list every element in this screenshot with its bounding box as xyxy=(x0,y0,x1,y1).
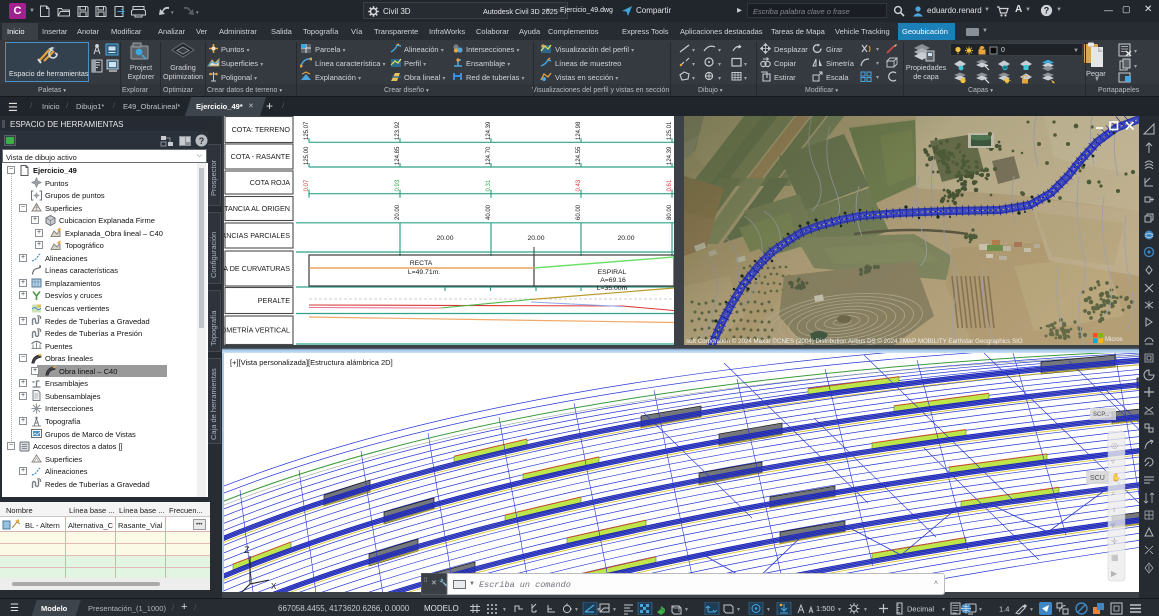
svg-text:DISTANCIAS PARCIALES: DISTANCIAS PARCIALES xyxy=(224,231,290,240)
svg-text:0.07: 0.07 xyxy=(304,179,310,191)
svg-text:125.00: 125.00 xyxy=(304,146,310,165)
svg-text:▼: ▼ xyxy=(612,607,617,613)
svg-text:L=49.71m.: L=49.71m. xyxy=(408,269,440,276)
svg-text:ESPIRAL: ESPIRAL xyxy=(598,269,627,276)
svg-text:80.00: 80.00 xyxy=(667,204,673,220)
svg-text:⌕: ⌕ xyxy=(1111,489,1115,498)
svg-text:✋: ✋ xyxy=(1111,472,1121,482)
svg-text:▾: ▾ xyxy=(196,10,199,16)
svg-text:125.07: 125.07 xyxy=(304,121,310,140)
svg-text:0.43: 0.43 xyxy=(576,179,582,191)
svg-text:▼: ▼ xyxy=(736,607,741,613)
svg-text:✛: ✛ xyxy=(1111,537,1118,546)
svg-text:DISTANCIA AL ORIGEN: DISTANCIA AL ORIGEN xyxy=(224,204,290,213)
svg-text:▦: ▦ xyxy=(1111,553,1119,562)
svg-text:Micros: Micros xyxy=(1105,337,1123,343)
svg-text:124.55: 124.55 xyxy=(576,146,582,165)
svg-text:▾: ▾ xyxy=(692,48,695,54)
svg-text:SCU: SCU xyxy=(1090,475,1105,482)
svg-text:▾: ▾ xyxy=(744,62,747,68)
svg-text:▾: ▾ xyxy=(692,62,695,68)
svg-text:40.00: 40.00 xyxy=(486,204,492,220)
svg-text:124.39: 124.39 xyxy=(486,121,492,140)
svg-text:▼: ▼ xyxy=(766,607,771,613)
svg-text:X: X xyxy=(271,582,277,591)
svg-text:▾: ▾ xyxy=(718,76,721,82)
svg-text:Decimal: Decimal xyxy=(907,605,934,614)
svg-text:[+][Vista personalizada][Estru: [+][Vista personalizada][Estructura alám… xyxy=(230,358,393,367)
svg-text:1.4: 1.4 xyxy=(999,605,1009,614)
svg-text:60.00: 60.00 xyxy=(576,204,582,220)
svg-text:124.98: 124.98 xyxy=(576,121,582,140)
svg-text:▼: ▼ xyxy=(863,607,868,613)
svg-text:124.85: 124.85 xyxy=(395,146,401,165)
svg-text:soft Corporation © 2024 Maxar: soft Corporation © 2024 Maxar ©CNES (200… xyxy=(686,338,1023,345)
svg-text:?: ? xyxy=(199,136,205,146)
svg-text:123.92: 123.92 xyxy=(395,121,401,140)
svg-text:▼: ▼ xyxy=(684,607,689,613)
svg-text:▾: ▾ xyxy=(744,76,747,82)
svg-text:▾: ▾ xyxy=(1134,64,1137,70)
svg-text:COTA ROJA: COTA ROJA xyxy=(250,178,290,187)
svg-text:▼: ▼ xyxy=(574,607,579,613)
svg-text:♁: ♁ xyxy=(1111,505,1117,514)
svg-text:▿: ▿ xyxy=(1111,457,1115,466)
svg-text:COTA: TERRENO: COTA: TERRENO xyxy=(232,125,291,134)
svg-text:▼: ▼ xyxy=(837,607,842,613)
svg-text:0.93: 0.93 xyxy=(395,179,401,191)
svg-text:▼: ▼ xyxy=(941,607,946,613)
svg-text:L=35.00m: L=35.00m xyxy=(597,285,628,292)
svg-text:COTA - RASANTE: COTA - RASANTE xyxy=(231,152,291,161)
svg-text:▾: ▾ xyxy=(171,10,174,16)
svg-text:20.00: 20.00 xyxy=(527,235,544,242)
svg-text:124.39: 124.39 xyxy=(667,146,673,165)
svg-text:▾: ▾ xyxy=(718,48,721,54)
svg-text:▼: ▼ xyxy=(502,607,507,613)
svg-text:Z: Z xyxy=(244,545,250,555)
svg-text:▾: ▾ xyxy=(692,76,695,82)
svg-text:A=69.16: A=69.16 xyxy=(600,277,626,284)
svg-text:▼: ▼ xyxy=(1029,607,1034,613)
svg-text:▶: ▶ xyxy=(1111,569,1118,578)
svg-text:20.00: 20.00 xyxy=(436,235,453,242)
svg-text:1:500: 1:500 xyxy=(816,604,835,613)
svg-text:20.00: 20.00 xyxy=(395,204,401,220)
svg-text:20.00: 20.00 xyxy=(617,235,634,242)
svg-text:GEOMETRÍA VERTICAL: GEOMETRÍA VERTICAL xyxy=(224,326,290,335)
svg-text:RECTA: RECTA xyxy=(410,260,433,267)
svg-text:DIAGRAMA DE CURVATURAS: DIAGRAMA DE CURVATURAS xyxy=(224,264,290,273)
svg-text:0.61: 0.61 xyxy=(667,179,673,191)
svg-text:124.70: 124.70 xyxy=(486,146,492,165)
svg-text:▿: ▿ xyxy=(1111,521,1115,530)
svg-text:?: ? xyxy=(1044,6,1050,16)
svg-text:125.01: 125.01 xyxy=(667,121,673,140)
svg-text:▾: ▾ xyxy=(718,62,721,68)
svg-text:SCP...: SCP... xyxy=(1093,412,1110,418)
svg-text:▾: ▾ xyxy=(1134,49,1137,55)
svg-text:0.31: 0.31 xyxy=(486,179,492,191)
svg-text:◎: ◎ xyxy=(1111,441,1118,450)
svg-text:▼: ▼ xyxy=(978,607,983,613)
svg-text:PERALTE: PERALTE xyxy=(258,296,290,305)
